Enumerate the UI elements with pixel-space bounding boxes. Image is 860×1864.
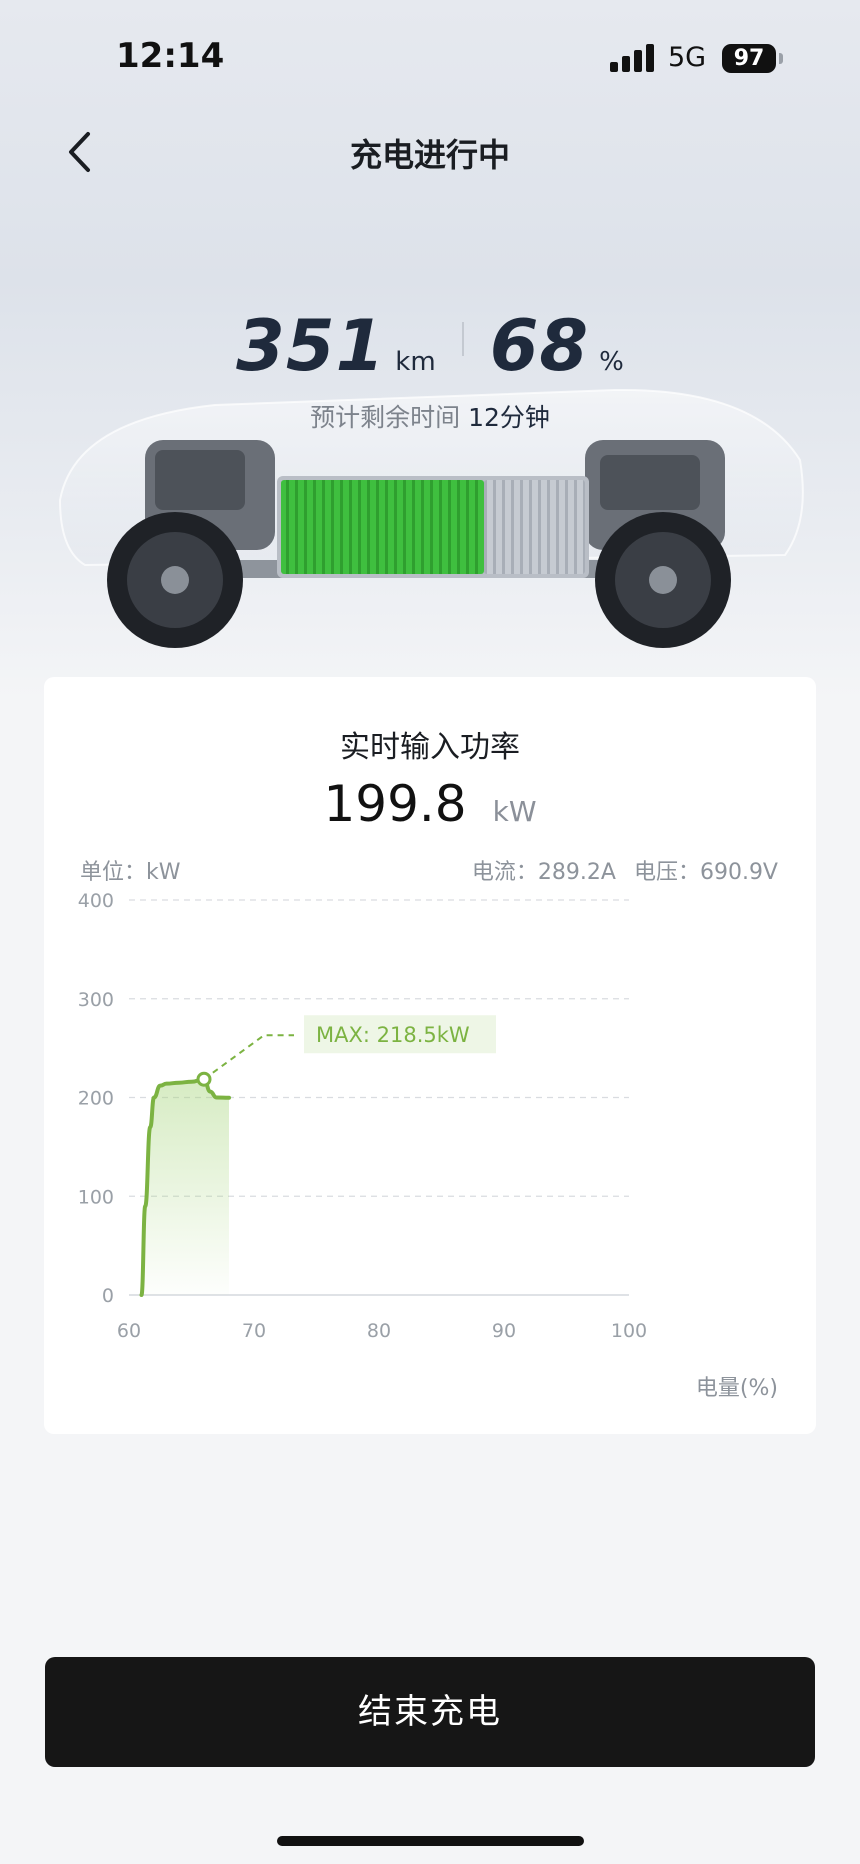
y-tick-label: 200 [78,1088,114,1110]
end-charging-button[interactable]: 结束充电 [45,1657,815,1767]
x-tick-label: 60 [117,1320,141,1342]
battery-cap [779,53,783,64]
power-card-title: 实时输入功率 [340,730,520,765]
network-type: 5G [668,42,707,73]
power-unit: kW [492,795,537,828]
y-tick-label: 0 [102,1285,114,1307]
power-chart: 0 100 200 300 400 60 70 80 90 100 MAX: 218.5kW [78,890,647,1342]
cellular-signal-icon [610,44,656,72]
remaining-time: 预计剩余时间 12分钟 [0,398,860,434]
x-tick-label: 80 [367,1320,391,1342]
max-label: MAX: 218.5kW [316,1023,470,1047]
x-axis-label: 电量(%) [695,1376,778,1401]
y-tick-label: 300 [78,989,114,1011]
battery-charged-portion [281,480,484,574]
remaining-label: 预计剩余时间 [310,403,461,432]
divider [461,322,464,356]
charge-summary: 351 km 68% [0,305,860,387]
remaining-value: 12分钟 [468,403,550,432]
soc-unit: % [599,347,624,377]
y-tick-label: 400 [78,890,114,912]
power-readout: 199.8 kW [0,775,860,833]
battery-icon: 97 [722,44,776,73]
power-value: 199.8 [323,775,467,833]
range-value: 351 [236,305,386,387]
battery-empty-portion [484,480,585,574]
x-tick-label: 90 [492,1320,516,1342]
max-point-marker [196,1071,212,1087]
max-leader-line [203,1034,294,1081]
home-indicator[interactable] [277,1836,584,1846]
status-time: 12:14 [116,36,225,76]
range-unit: km [395,347,436,377]
x-tick-label: 70 [242,1320,266,1342]
y-tick-label: 100 [78,1186,114,1208]
x-tick-label: 100 [611,1320,647,1342]
power-area [141,1079,229,1295]
page-title: 充电进行中 [349,136,510,174]
soc-value: 68 [489,305,590,387]
